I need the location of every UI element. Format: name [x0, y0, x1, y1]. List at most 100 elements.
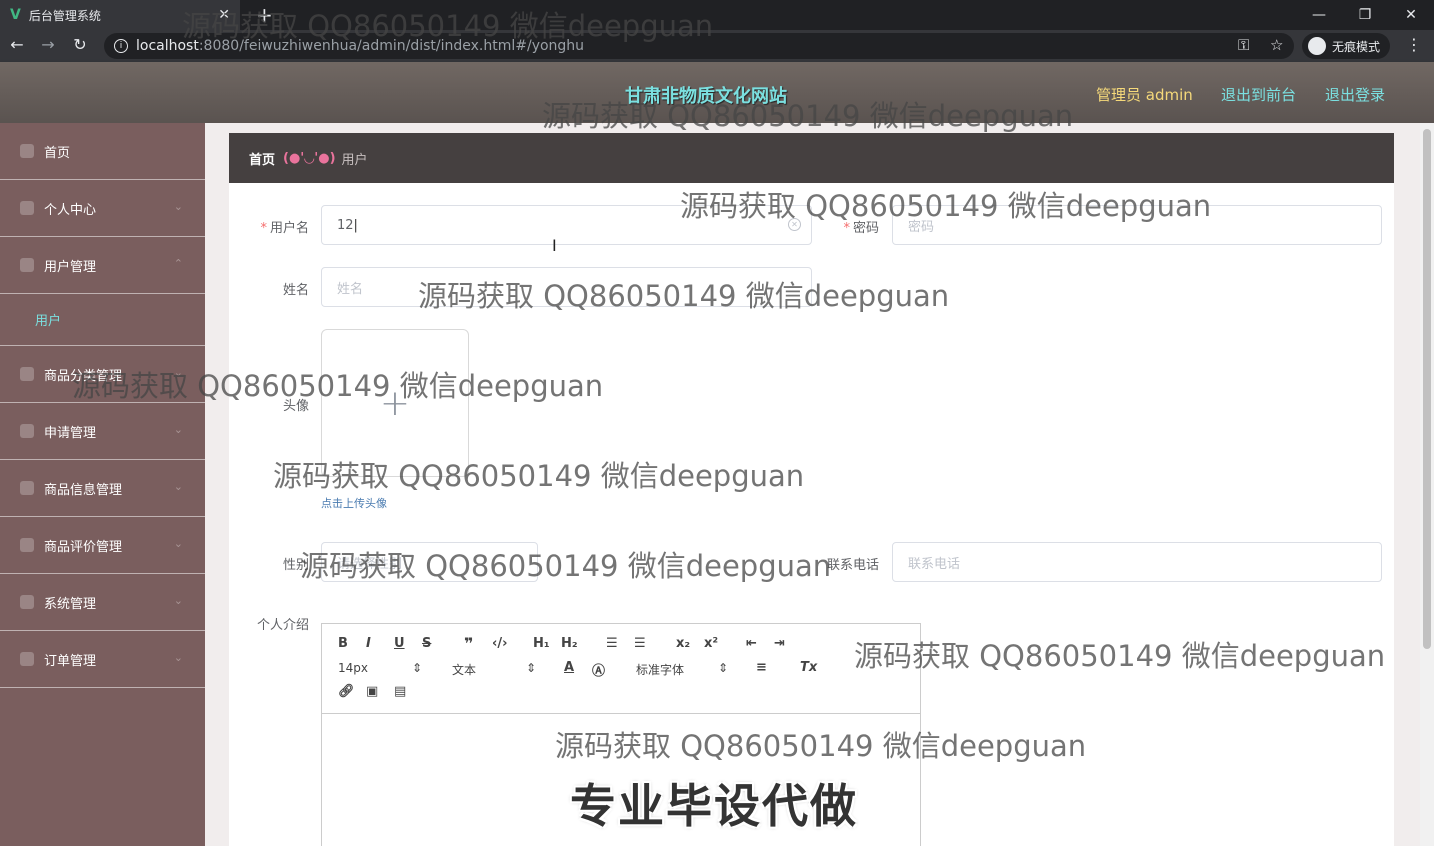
image-icon[interactable]: ▣: [366, 684, 378, 699]
chevron-down-icon: ⌄: [173, 366, 183, 379]
superscript-icon[interactable]: x²: [704, 636, 718, 651]
sidebar-item-product-review[interactable]: 商品评价管理 ⌄: [0, 517, 205, 574]
sidebar-item-label: 系统管理: [44, 596, 97, 612]
avatar-upload-tip: 点击上传头像: [321, 497, 387, 510]
sidebar-item-product-info[interactable]: 商品信息管理 ⌄: [0, 460, 205, 517]
chevron-down-icon: ⌄: [173, 537, 183, 550]
mic-icon: [20, 424, 34, 438]
loading-icon: [20, 538, 34, 552]
incognito-badge[interactable]: 无痕模式: [1302, 33, 1391, 59]
list-icon: [20, 258, 34, 272]
font-family-select[interactable]: 标准字体 ⇕: [636, 661, 728, 678]
page-scrollbar[interactable]: [1420, 123, 1434, 846]
clear-format-icon[interactable]: Tx: [800, 660, 817, 675]
sidebar-item-home[interactable]: 首页: [0, 123, 205, 180]
select-arrow-icon: ⇕: [411, 661, 422, 675]
font-size-value: 14px: [338, 661, 368, 675]
sidebar-item-label: 商品信息管理: [44, 482, 123, 498]
link-icon[interactable]: 🔗︎: [338, 684, 355, 699]
card-icon: [20, 481, 34, 495]
minimize-icon[interactable]: —: [1296, 0, 1342, 30]
avatar-upload[interactable]: +: [321, 329, 469, 477]
strike-icon[interactable]: S: [422, 636, 431, 651]
restore-icon[interactable]: ❐: [1342, 0, 1388, 30]
background-color-icon[interactable]: Ⓐ: [592, 660, 605, 679]
url-host: localhost: [136, 38, 199, 54]
chevron-down-icon: ⌄: [173, 200, 183, 213]
sidebar-item-label: 申请管理: [44, 425, 97, 441]
intro-label: 个人介绍: [256, 618, 309, 633]
gender-label: 性别: [282, 558, 309, 573]
logout-link[interactable]: 退出登录: [1325, 84, 1385, 105]
plus-icon: +: [379, 382, 411, 424]
sidebar-item-application-management[interactable]: 申请管理 ⌄: [0, 403, 205, 460]
back-to-front-link[interactable]: 退出到前台: [1221, 84, 1296, 105]
chevron-up-icon: ⌃: [173, 257, 183, 270]
bullet-list-icon[interactable]: ☰: [634, 636, 646, 651]
username-label: * 用户名: [260, 221, 309, 236]
star-icon[interactable]: ☆: [1270, 36, 1283, 54]
back-icon[interactable]: ←: [5, 35, 29, 54]
sidebar-item-order-management[interactable]: 订单管理 ⌄: [0, 631, 205, 688]
font-color-icon[interactable]: A: [564, 660, 574, 675]
incognito-label: 无痕模式: [1332, 39, 1381, 54]
video-icon[interactable]: ▤: [394, 684, 406, 699]
h1-icon[interactable]: H₁: [533, 636, 550, 651]
admin-label: 管理员 admin: [1096, 86, 1193, 104]
bold-icon[interactable]: B: [338, 636, 348, 651]
font-family-value: 标准字体: [636, 663, 685, 677]
align-icon[interactable]: ≡: [756, 660, 767, 675]
location-icon: [20, 367, 34, 381]
font-size-select[interactable]: 14px ⇕: [338, 661, 422, 675]
key-icon[interactable]: ⚿: [1238, 36, 1249, 54]
password-label: * 密码: [843, 221, 879, 236]
new-tab-icon[interactable]: +: [256, 3, 273, 27]
browser-tab[interactable]: V 后台管理系统 ✕: [0, 0, 240, 30]
chevron-down-icon: ⌄: [173, 423, 183, 436]
chevron-down-icon: ⌄: [173, 594, 183, 607]
sidebar-item-user-management[interactable]: 用户管理 ⌃: [0, 237, 205, 294]
sidebar-item-label: 个人中心: [44, 202, 97, 218]
h2-icon[interactable]: H₂: [561, 636, 578, 651]
indent-icon[interactable]: ⇥: [774, 636, 785, 651]
sidebar-item-label: 商品分类管理: [44, 368, 123, 384]
text-cursor-icon: I: [552, 236, 557, 255]
user-icon: [20, 201, 34, 215]
sidebar-item-system-management[interactable]: 系统管理 ⌄: [0, 574, 205, 631]
outdent-icon[interactable]: ⇤: [746, 636, 757, 651]
close-tab-icon[interactable]: ✕: [218, 7, 230, 23]
ordered-list-icon[interactable]: ☰: [606, 636, 618, 651]
phone-input[interactable]: 联系电话: [892, 542, 1382, 582]
italic-icon[interactable]: I: [366, 636, 371, 651]
tab-title: 后台管理系统: [28, 8, 101, 23]
home-icon: [20, 144, 34, 158]
gender-select[interactable]: 请选择性别: [321, 542, 538, 582]
name-label: 姓名: [282, 283, 309, 298]
browser-menu-icon[interactable]: ⋮: [1406, 35, 1422, 54]
sidebar-subitem-user[interactable]: 用户: [0, 294, 205, 346]
breadcrumb-home[interactable]: 首页: [249, 149, 275, 168]
app-header: 甘肃非物质文化网站 管理员 admin 退出到前台 退出登录: [0, 62, 1434, 123]
password-input[interactable]: 密码: [892, 205, 1382, 245]
underline-icon[interactable]: U: [394, 636, 405, 651]
name-input[interactable]: 姓名: [321, 267, 812, 307]
text-type-select[interactable]: 文本 ⇕: [452, 661, 536, 678]
forward-icon[interactable]: →: [36, 35, 60, 54]
breadcrumb: 首页 (●'◡'●) 用户: [229, 133, 1394, 183]
sidebar-item-label: 用户管理: [44, 259, 97, 275]
fullscreen-icon: [20, 652, 34, 666]
main-area: 首页 (●'◡'●) 用户 * 用户名 12 | ✕ * 密码 密码 姓名 姓名 头像…: [205, 123, 1434, 846]
breadcrumb-separator: (●'◡'●): [283, 150, 336, 166]
window-close-icon[interactable]: ✕: [1388, 0, 1434, 30]
username-input[interactable]: 12 | ✕: [321, 205, 812, 245]
sidebar-item-personal-center[interactable]: 个人中心 ⌄: [0, 180, 205, 237]
reload-icon[interactable]: ↻: [68, 35, 92, 54]
code-icon[interactable]: ‹/›: [492, 636, 507, 651]
blockquote-icon[interactable]: ❞: [464, 634, 473, 653]
clear-icon[interactable]: ✕: [788, 218, 801, 231]
subscript-icon[interactable]: x₂: [676, 636, 690, 651]
site-info-icon[interactable]: i: [114, 39, 128, 53]
scrollbar-thumb[interactable]: [1423, 129, 1431, 649]
url-input[interactable]: i localhost:8080/feiwuzhiwenhua/admin/di…: [104, 33, 1294, 59]
sidebar-item-category-management[interactable]: 商品分类管理 ⌄: [0, 346, 205, 403]
